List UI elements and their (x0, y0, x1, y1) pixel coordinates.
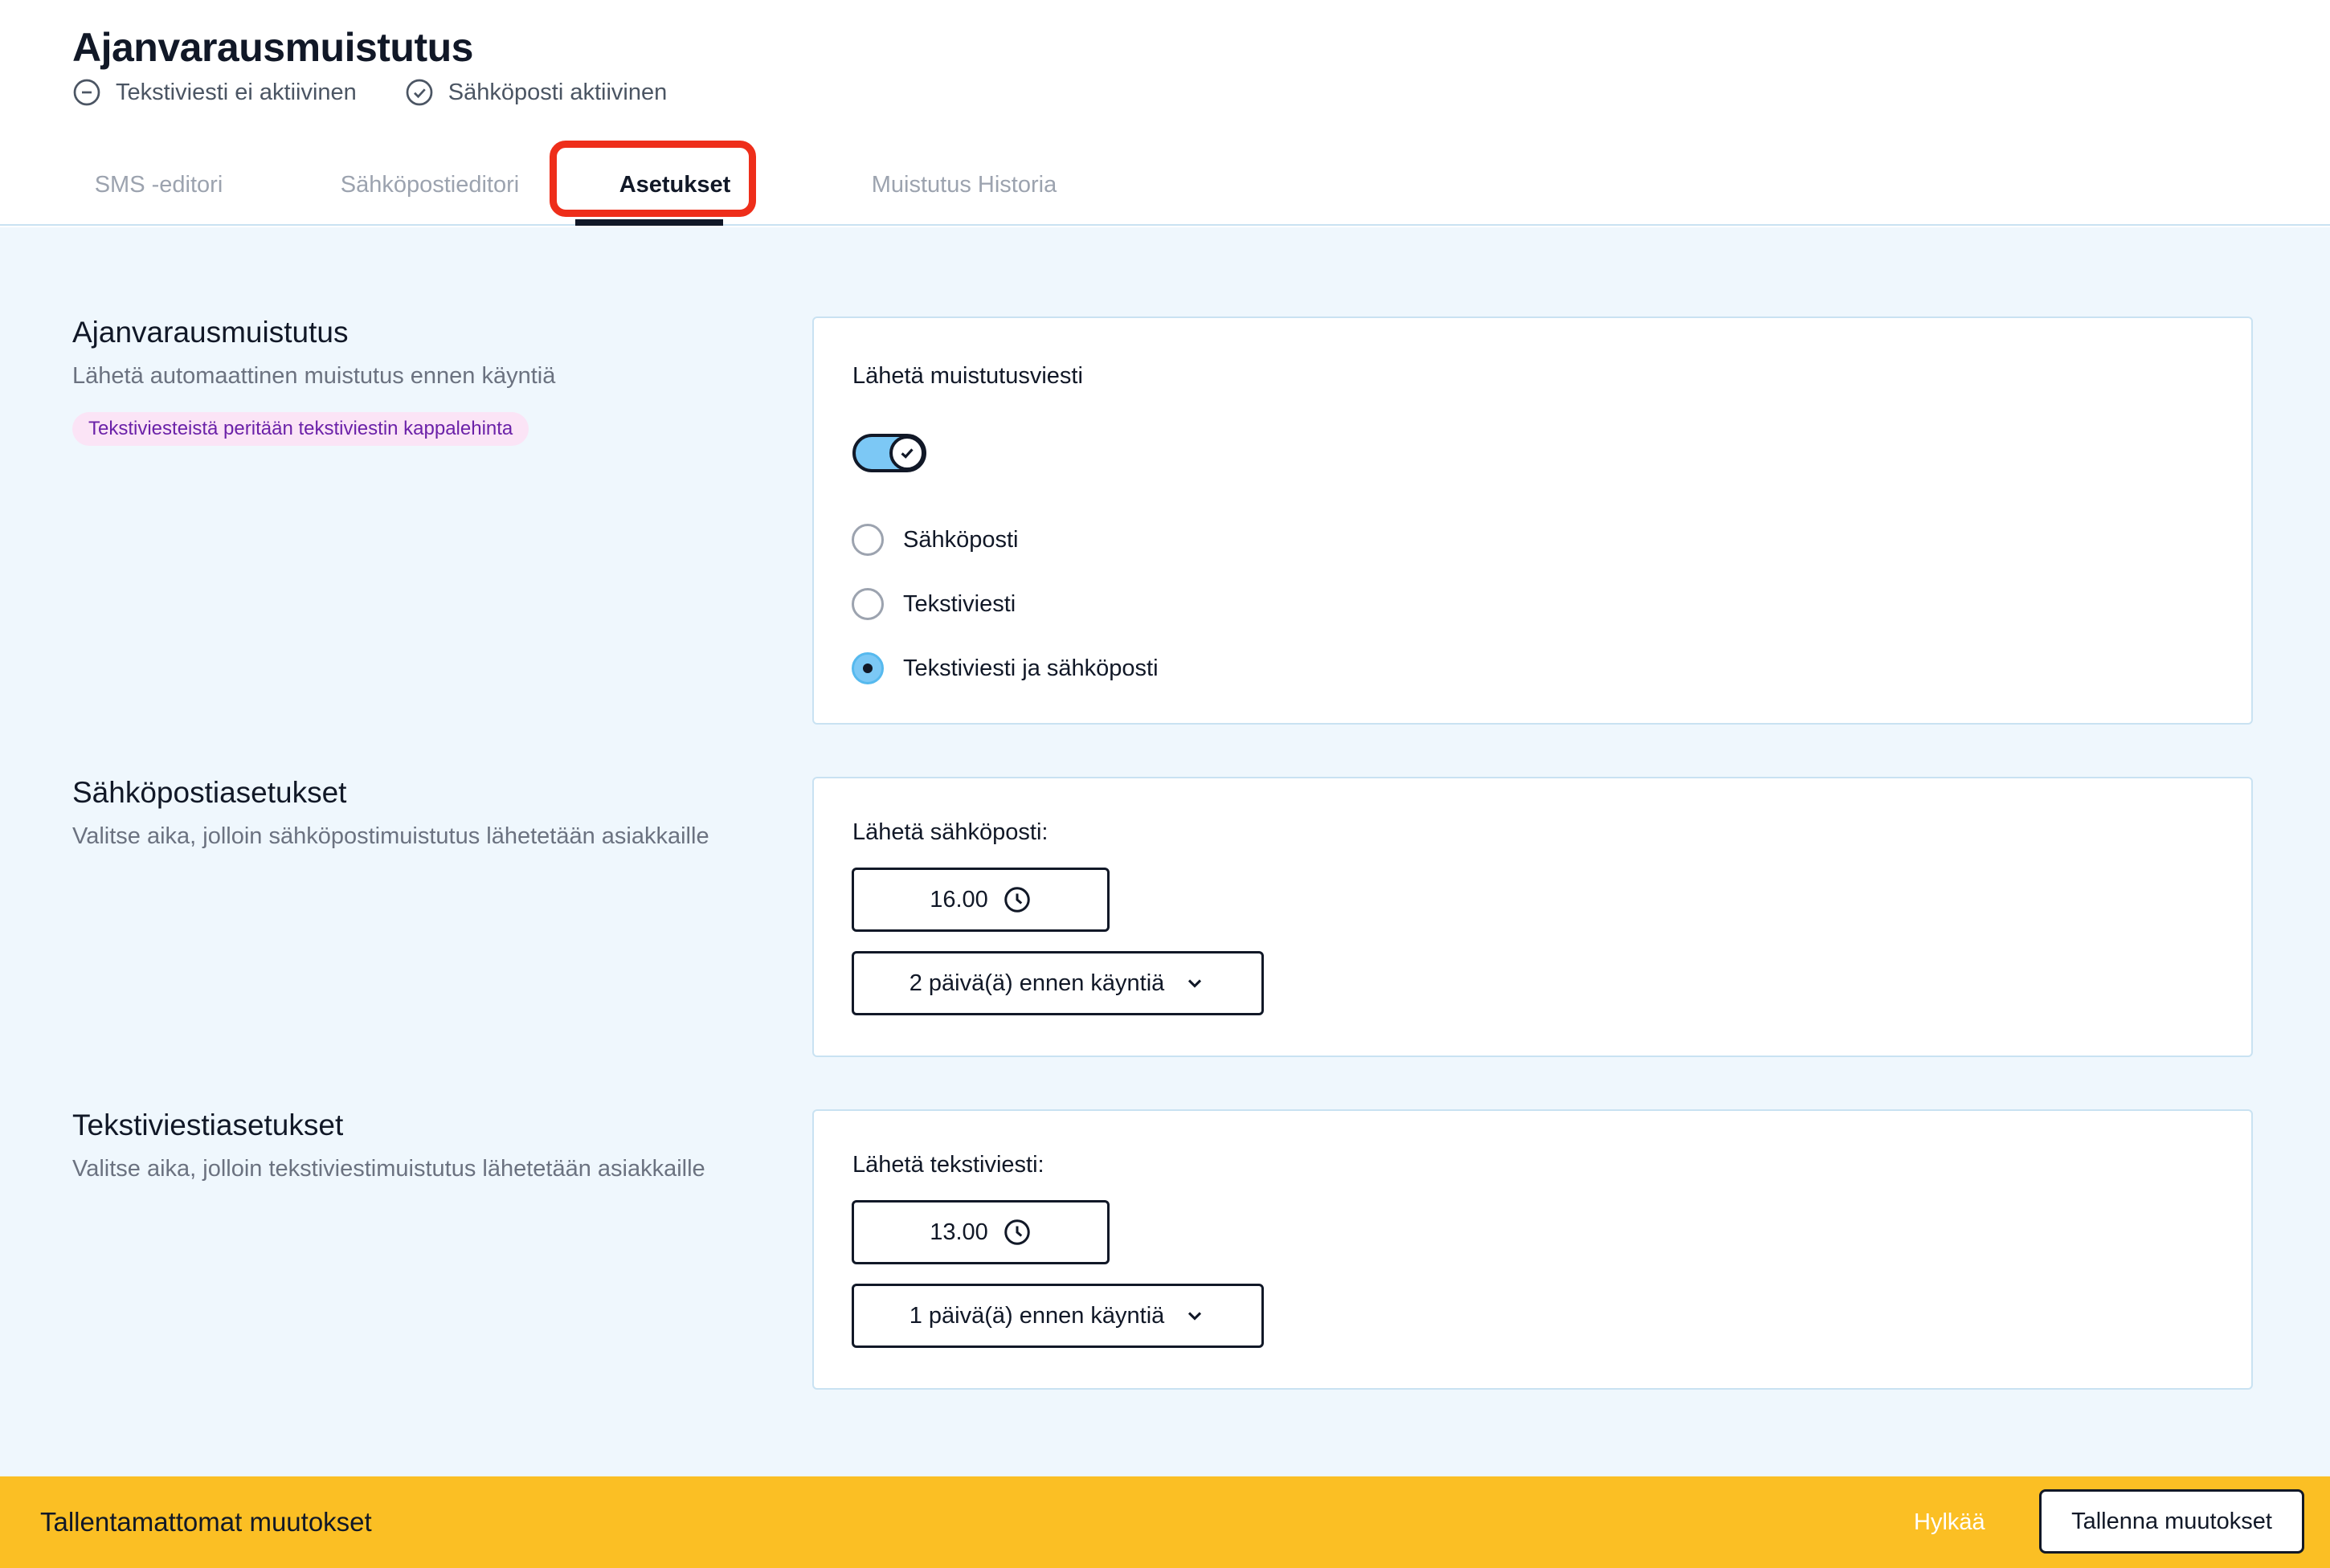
sms-time-input[interactable]: 13.00 (852, 1200, 1110, 1264)
active-tab-indicator (575, 219, 723, 226)
chevron-down-icon (1188, 1312, 1202, 1321)
clock-icon (1004, 887, 1030, 913)
radio-option-sms-and-email[interactable]: Tekstiviesti ja sähköposti (852, 652, 1159, 684)
radio-email-label: Sähköposti (903, 526, 1019, 553)
radio-option-sms[interactable]: Tekstiviesti (852, 588, 1016, 620)
chevron-down-icon (1188, 979, 1202, 988)
unsaved-changes-message: Tallentamattomat muutokset (40, 1507, 372, 1537)
radio-sms-and-email-label: Tekstiviesti ja sähköposti (903, 655, 1159, 681)
status-row: Tekstiviesti ei aktiivinen Sähköposti ak… (72, 78, 715, 107)
page-title: Ajanvarausmuistutus (72, 25, 473, 70)
sms-time-value: 13.00 (930, 1219, 988, 1245)
tab-sms-editor[interactable]: SMS -editori (72, 145, 245, 226)
tab-email-editor[interactable]: Sähköpostieditori (309, 145, 550, 226)
email-section-description: Valitse aika, jolloin sähköpostimuistutu… (72, 823, 709, 849)
reminder-section-description: Lähetä automaattinen muistutus ennen käy… (72, 363, 556, 389)
sms-status-label: Tekstiviesti ei aktiivinen (116, 79, 357, 105)
sms-section-description: Valitse aika, jolloin tekstiviestimuistu… (72, 1156, 705, 1182)
highlight-annotation (550, 141, 756, 217)
sms-days-select[interactable]: 1 päivä(ä) ennen käyntiä (852, 1284, 1264, 1348)
tab-reminder-history[interactable]: Muistutus Historia (791, 145, 1137, 226)
toggle-knob (889, 435, 925, 471)
send-email-label: Lähetä sähköposti: (852, 819, 1048, 845)
radio-sms-label: Tekstiviesti (903, 590, 1016, 617)
email-status-label: Sähköposti aktiivinen (448, 79, 668, 105)
check-icon (901, 448, 914, 459)
radio-option-email[interactable]: Sähköposti (852, 524, 1019, 556)
clock-icon (1004, 1219, 1030, 1245)
sms-section-title: Tekstiviestiasetukset (72, 1109, 344, 1141)
send-sms-label: Lähetä tekstiviesti: (852, 1152, 1044, 1178)
reminder-section-title: Ajanvarausmuistutus (72, 316, 349, 349)
radio-sms-and-email[interactable] (852, 652, 884, 684)
discard-button[interactable]: Hylkää (1914, 1476, 1985, 1568)
radio-email[interactable] (852, 524, 884, 556)
sms-status: Tekstiviesti ei aktiivinen (72, 78, 357, 107)
unsaved-changes-bar: Tallentamattomat muutokset Hylkää Tallen… (0, 1476, 2330, 1568)
page-header: Ajanvarausmuistutus Tekstiviesti ei akti… (0, 0, 2330, 226)
send-reminder-label: Lähetä muistutusviesti (852, 363, 1083, 389)
radio-sms[interactable] (852, 588, 884, 620)
minus-circle-icon (73, 79, 100, 106)
sms-price-badge: Tekstiviesteistä peritään tekstiviestin … (72, 412, 529, 446)
check-circle-icon (406, 79, 433, 106)
email-days-select[interactable]: 2 päivä(ä) ennen käyntiä (852, 951, 1264, 1015)
email-days-value: 2 päivä(ä) ennen käyntiä (909, 970, 1165, 996)
save-changes-button[interactable]: Tallenna muutokset (2039, 1489, 2304, 1554)
email-time-input[interactable]: 16.00 (852, 868, 1110, 932)
email-time-value: 16.00 (930, 886, 988, 913)
send-reminder-toggle[interactable] (852, 434, 926, 472)
email-status: Sähköposti aktiivinen (405, 78, 667, 107)
email-section-title: Sähköpostiasetukset (72, 776, 347, 809)
sms-days-value: 1 päivä(ä) ennen käyntiä (909, 1302, 1165, 1329)
